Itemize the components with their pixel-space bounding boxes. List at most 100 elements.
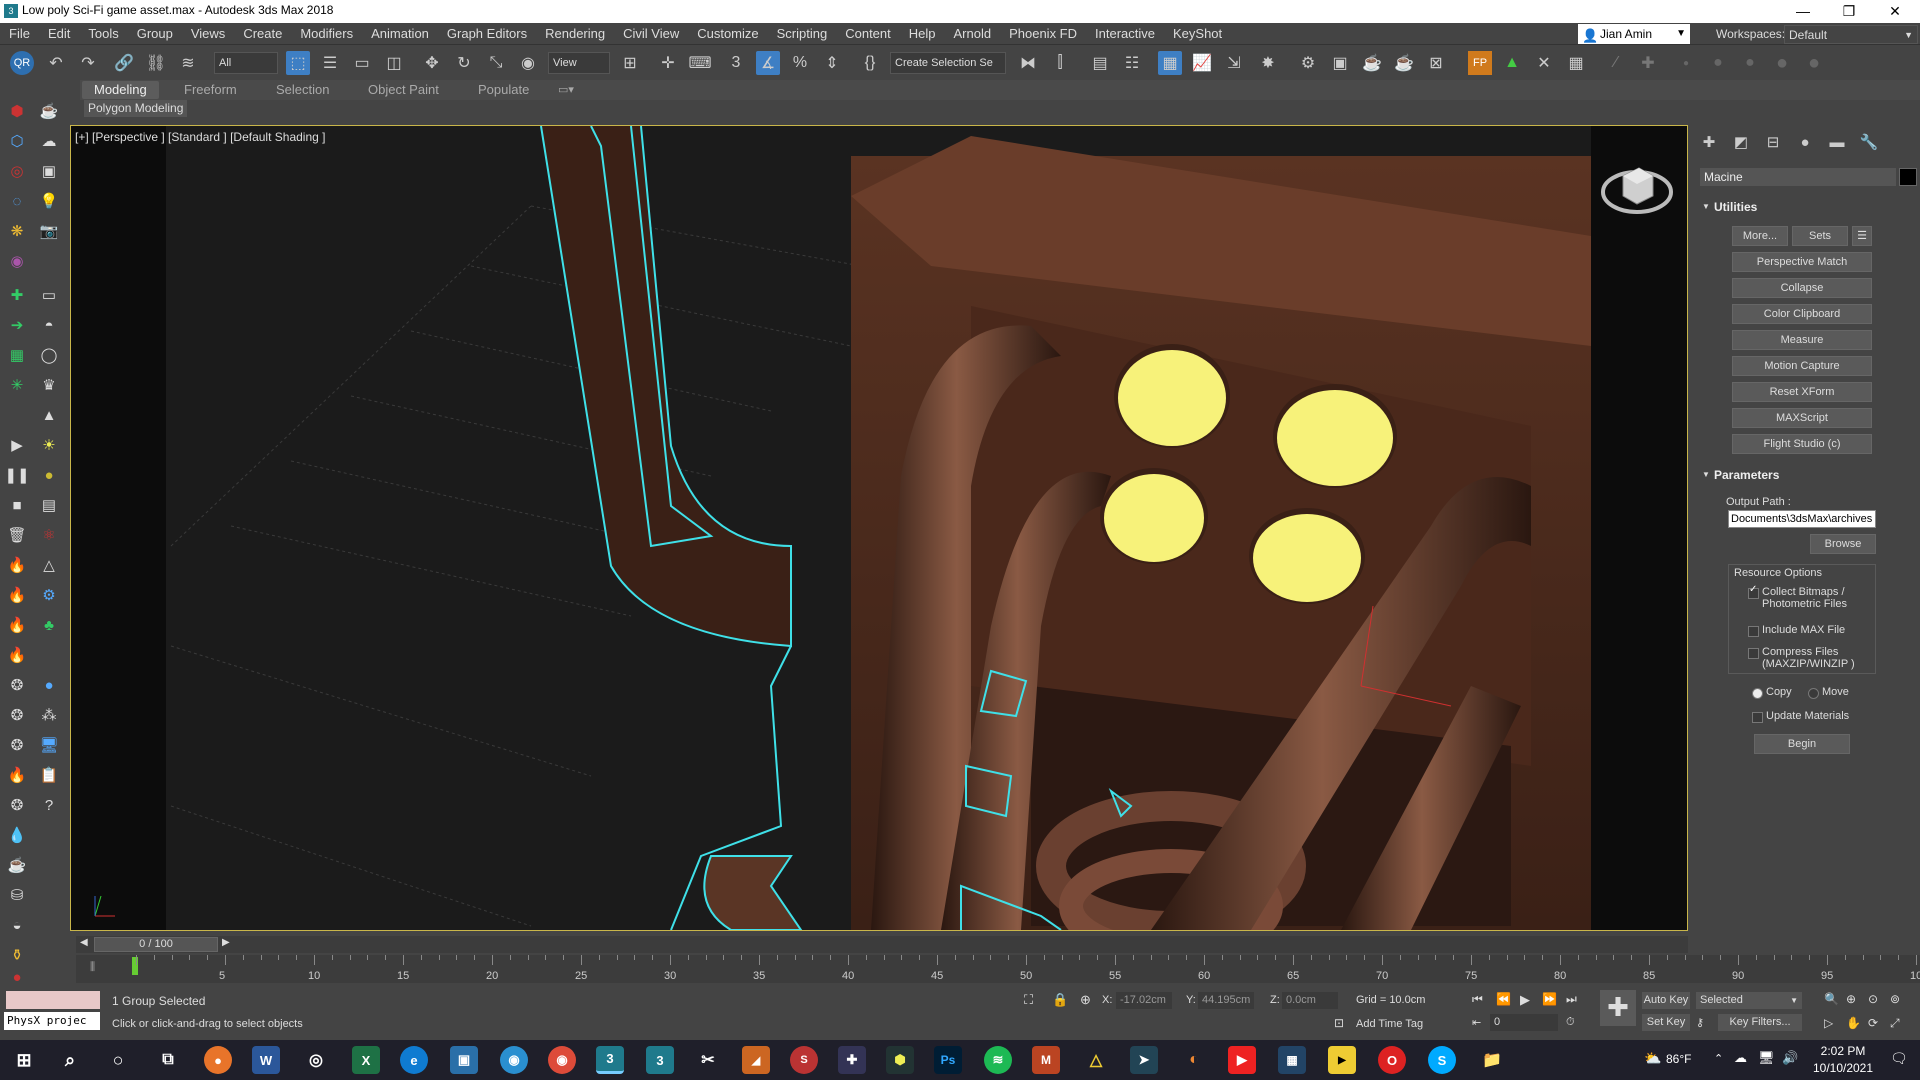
modifier-icon[interactable]: ✚ [6,284,28,306]
render-iterative-icon[interactable]: ☕ [1392,51,1416,75]
qr-icon[interactable]: QR [10,51,34,75]
3dsmax-icon[interactable]: 3 [596,1046,624,1074]
gear-icon[interactable]: ⚙ [38,584,60,606]
viewport-label[interactable]: [+] [Perspective ] [Standard ] [Default … [75,130,325,144]
windows-start-icon[interactable]: ⊞ [10,1046,38,1074]
include-max-file-checkbox[interactable]: Include MAX File [1748,624,1872,637]
clipboard-icon[interactable]: 📋 [38,764,60,786]
clock-date[interactable]: 10/10/2021 [1808,1061,1878,1075]
plant-icon[interactable]: ♣ [38,614,60,636]
light-bulb-icon[interactable]: 💡 [38,190,60,212]
time-config-icon[interactable]: ⏱ [1566,1016,1575,1029]
menu-arnold[interactable]: Arnold [945,23,1001,45]
sphere-icon[interactable]: ● [38,674,60,696]
scene-explorer-icon[interactable]: ▤ [1088,51,1112,75]
app-icon[interactable]: ◢ [742,1046,770,1074]
file-explorer-icon[interactable]: 📁 [1478,1046,1506,1074]
utilities-tab-icon[interactable]: 🔧 [1858,132,1880,154]
app-icon[interactable]: ✂ [694,1046,722,1074]
material-editor-icon[interactable]: ✸ [1256,51,1280,75]
viewport-icon[interactable]: ▣ [38,160,60,182]
isolate-selection-icon[interactable]: ⛶ [1024,992,1033,1008]
arrow-right-icon[interactable]: ➔ [6,314,28,336]
output-path-field[interactable]: Documents\3dsMax\archives [1728,510,1876,528]
brain-icon[interactable]: ❂ [6,704,28,726]
copy-radio[interactable]: Copy [1752,686,1792,699]
app-icon[interactable]: M [1032,1046,1060,1074]
tab-object-paint[interactable]: Object Paint [356,81,451,99]
motion-capture-button[interactable]: Motion Capture [1732,356,1872,376]
align-icon[interactable]: ⫿ [1048,51,1072,75]
window-crossing-icon[interactable]: ◫ [382,51,406,75]
maximize-viewport-icon[interactable]: ⤢ [1890,1016,1900,1031]
time-slider-thumb[interactable]: 0 / 100 [94,937,218,952]
task-view-icon[interactable]: ⧉ [154,1046,182,1074]
add-icon[interactable]: ✚ [1636,51,1660,75]
absolute-mode-icon[interactable]: ⊕ [1080,992,1091,1008]
collapse-button[interactable]: Collapse [1732,278,1872,298]
curve-editor-icon[interactable]: 📈 [1190,51,1214,75]
ring-icon[interactable]: ◌ [6,190,28,212]
menu-create[interactable]: Create [234,23,291,45]
brain-icon[interactable]: ❂ [6,674,28,696]
sphere-icon[interactable]: ● [1770,51,1794,75]
render-in-cloud-icon[interactable]: ⊠ [1424,51,1448,75]
key-icon[interactable]: ⚷ [1696,1016,1704,1029]
menu-edit[interactable]: Edit [39,23,79,45]
spotify-icon[interactable]: ≋ [984,1046,1012,1074]
sphere-icon[interactable]: ● [38,464,60,486]
viewport-perspective[interactable]: [+] [Perspective ] [Standard ] [Default … [70,125,1688,931]
water-icon[interactable]: 💧 [6,824,28,846]
camera-icon[interactable]: 📷 [38,220,60,242]
app-icon[interactable]: ▶ [1328,1046,1356,1074]
hemisphere-icon[interactable]: ◓ [38,314,60,336]
jar-icon[interactable]: ⛁ [6,884,28,906]
collect-bitmaps-checkbox[interactable]: Collect Bitmaps / Photometric Files [1748,584,1872,610]
cloud-icon[interactable]: ☁ [38,130,60,152]
key-set-dropdown[interactable]: Selected ▼ [1696,992,1802,1009]
polygon-modeling-panel[interactable]: Polygon Modeling [84,100,188,117]
fire-icon[interactable]: 🔥 [6,764,28,786]
burst-icon[interactable]: ✳ [6,374,28,396]
render-setup-icon[interactable]: ⚙ [1296,51,1320,75]
tools-icon[interactable]: ✕ [1532,51,1556,75]
y-coordinate-field[interactable]: 44.195cm [1198,992,1254,1009]
stripes-icon[interactable]: ▤ [38,494,60,516]
menu-tools[interactable]: Tools [79,23,127,45]
maximize-button[interactable]: ❐ [1826,0,1872,23]
crown-icon[interactable]: ♛ [38,374,60,396]
select-by-name-icon[interactable]: ☰ [318,51,342,75]
previous-key-icon[interactable]: ⏪ [1496,992,1511,1006]
key-filters-button[interactable]: Key Filters... [1718,1014,1802,1031]
menu-help[interactable]: Help [900,23,945,45]
network-icon[interactable]: 🖥 [1758,1050,1775,1066]
modify-tab-icon[interactable]: ◩ [1730,132,1752,154]
chrome-icon[interactable]: ◉ [548,1046,576,1074]
youtube-icon[interactable]: ▶ [1228,1046,1256,1074]
create-tab-icon[interactable]: ✚ [1698,132,1720,154]
menu-phoenix-fd[interactable]: Phoenix FD [1000,23,1086,45]
clock-time[interactable]: 2:02 PM [1808,1044,1878,1058]
track-bar[interactable]: ⫼ 5 10 15 20 25 30 35 40 45 50 55 60 65 70 75 80 85 90 95 1… [76,955,1920,983]
bind-space-warp-icon[interactable]: ≋ [176,51,200,75]
time-slider[interactable]: ◀ 0 / 100 ▶ [76,936,1688,953]
blender-icon[interactable]: ◐ [1180,1046,1208,1074]
sphere-icon[interactable]: ● [1738,51,1762,75]
parameters-rollout-header[interactable]: Parameters [1698,466,1779,484]
reference-coordinate-dropdown[interactable]: View [548,52,610,74]
app-icon[interactable]: S [790,1046,818,1074]
panel-icon[interactable]: ▭ [38,284,60,306]
selection-filter-dropdown[interactable]: All [214,52,278,74]
forest-pack-icon[interactable]: FP [1468,51,1492,75]
move-icon[interactable]: ✥ [420,51,444,75]
menu-group[interactable]: Group [128,23,182,45]
maxscript-button[interactable]: MAXScript [1732,408,1872,428]
add-time-tag-button[interactable]: Add Time Tag [1356,1018,1423,1030]
prev-frame-icon[interactable]: ◀ [80,937,88,948]
fire-icon[interactable]: 🔥 [6,554,28,576]
app-icon[interactable]: ◎ [302,1046,330,1074]
pivot-center-icon[interactable]: ⊞ [618,51,642,75]
photoshop-icon[interactable]: Ps [934,1046,962,1074]
help-icon[interactable]: ? [38,794,60,816]
menu-graph-editors[interactable]: Graph Editors [438,23,536,45]
